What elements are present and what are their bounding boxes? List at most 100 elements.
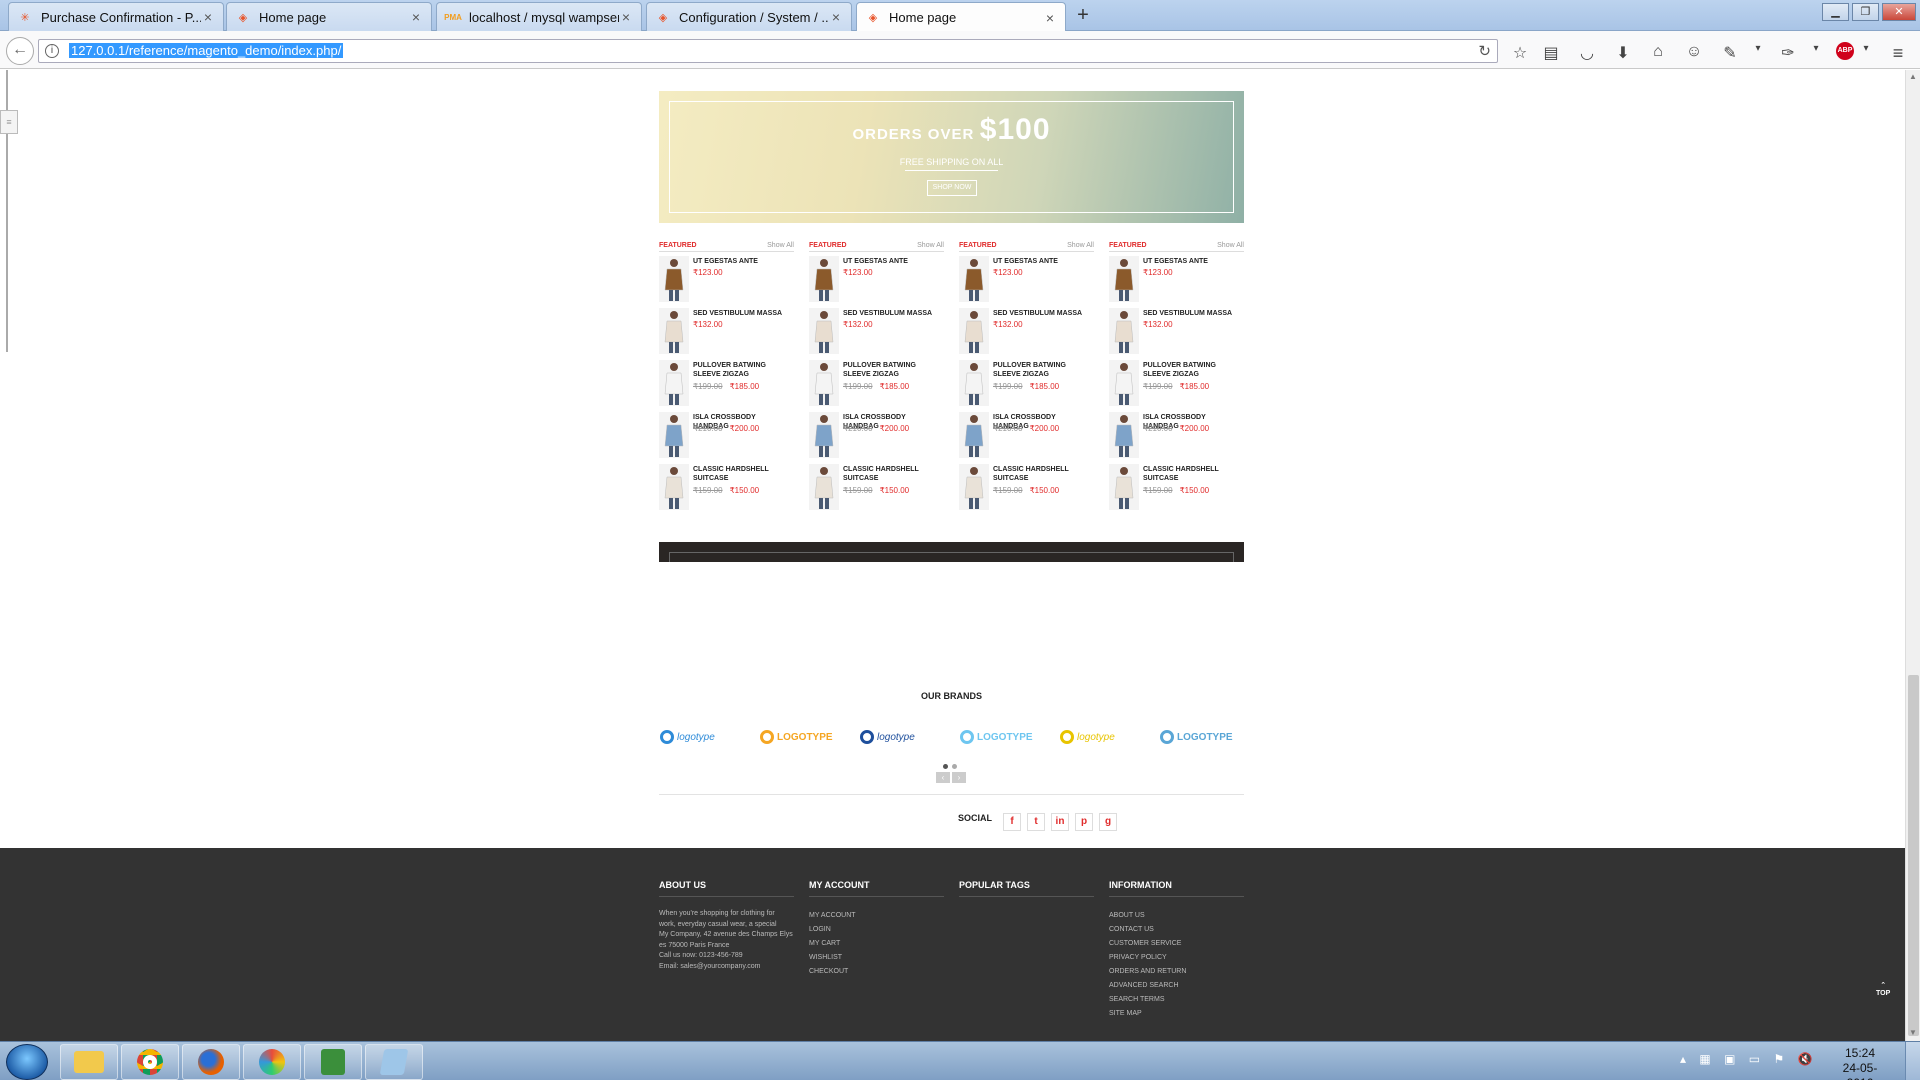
google-plus-icon[interactable]: g bbox=[1099, 813, 1117, 831]
product-name[interactable]: SED VESTIBULUM MASSA bbox=[843, 309, 943, 318]
footer-link[interactable]: WISHLIST bbox=[809, 951, 944, 965]
explorer-icon[interactable] bbox=[60, 1044, 118, 1080]
product-image[interactable] bbox=[959, 256, 989, 302]
show-all-link[interactable]: Show All bbox=[917, 242, 944, 249]
product-item[interactable]: ISLA CROSSBODY HANDBAG ₹210.00 ₹200.00 bbox=[959, 412, 1094, 460]
brand-logo[interactable]: logotype bbox=[660, 728, 740, 746]
reading-list-icon[interactable]: ▤ bbox=[1541, 43, 1561, 63]
product-item[interactable]: UT EGESTAS ANTE ₹123.00 bbox=[959, 256, 1094, 304]
product-item[interactable]: PULLOVER BATWING SLEEVE ZIGZAG ₹199.00 ₹18… bbox=[809, 360, 944, 408]
product-item[interactable]: ISLA CROSSBODY HANDBAG ₹210.00 ₹200.00 bbox=[809, 412, 944, 460]
footer-link[interactable]: LOGIN bbox=[809, 923, 944, 937]
prev-button[interactable]: ‹ bbox=[936, 772, 950, 783]
footer-link[interactable]: CONTACT US bbox=[1109, 923, 1244, 937]
product-image[interactable] bbox=[1109, 412, 1139, 458]
product-item[interactable]: PULLOVER BATWING SLEEVE ZIGZAG ₹199.00 ₹18… bbox=[959, 360, 1094, 408]
promo-banner[interactable]: ORDERS OVER $100 FREE SHIPPING ON ALL SH… bbox=[659, 91, 1244, 223]
product-name[interactable]: CLASSIC HARDSHELL SUITCASE bbox=[993, 465, 1093, 483]
tab-home-page-active[interactable]: ◈ Home page × bbox=[856, 2, 1066, 32]
product-name[interactable]: PULLOVER BATWING SLEEVE ZIGZAG bbox=[1143, 361, 1243, 379]
footer-link[interactable]: CUSTOMER SERVICE bbox=[1109, 937, 1244, 951]
product-name[interactable]: UT EGESTAS ANTE bbox=[843, 257, 943, 266]
tray-expand-icon[interactable]: ▴ bbox=[1680, 1052, 1686, 1066]
footer-link[interactable]: CHECKOUT bbox=[809, 965, 944, 979]
product-image[interactable] bbox=[959, 360, 989, 406]
paint-icon[interactable] bbox=[243, 1044, 301, 1080]
product-item[interactable]: SED VESTIBULUM MASSA ₹132.00 bbox=[659, 308, 794, 356]
volume-muted-icon[interactable]: 🔇 bbox=[1798, 1052, 1813, 1066]
product-item[interactable]: CLASSIC HARDSHELL SUITCASE ₹159.00 ₹150.00 bbox=[1109, 464, 1244, 512]
product-item[interactable]: UT EGESTAS ANTE ₹123.00 bbox=[1109, 256, 1244, 304]
product-image[interactable] bbox=[659, 360, 689, 406]
spreadsheet-icon[interactable] bbox=[304, 1044, 362, 1080]
brand-logo[interactable]: logotype bbox=[860, 728, 940, 746]
show-all-link[interactable]: Show All bbox=[767, 242, 794, 249]
brand-logo[interactable]: LOGOTYPE bbox=[1160, 728, 1240, 746]
flag-icon[interactable]: ⚑ bbox=[1773, 1052, 1784, 1066]
scroll-up-icon[interactable]: ▲ bbox=[1909, 72, 1917, 81]
footer-link[interactable]: ABOUT US bbox=[1109, 909, 1244, 923]
scrollbar-thumb[interactable] bbox=[1908, 675, 1919, 1036]
product-name[interactable]: CLASSIC HARDSHELL SUITCASE bbox=[843, 465, 943, 483]
footer-link[interactable]: SEARCH TERMS bbox=[1109, 993, 1244, 1007]
product-image[interactable] bbox=[659, 308, 689, 354]
network-icon[interactable]: ▦ bbox=[1699, 1052, 1710, 1066]
scrollbar[interactable]: ▲ ▼ bbox=[1905, 70, 1920, 1041]
brand-logo[interactable]: LOGOTYPE bbox=[960, 728, 1040, 746]
scroll-down-icon[interactable]: ▼ bbox=[1909, 1028, 1917, 1037]
footer-link[interactable]: SITE MAP bbox=[1109, 1007, 1244, 1021]
close-icon[interactable]: × bbox=[829, 9, 843, 25]
chat-icon[interactable]: ☺ bbox=[1684, 43, 1704, 61]
product-name[interactable]: PULLOVER BATWING SLEEVE ZIGZAG bbox=[693, 361, 793, 379]
linkedin-icon[interactable]: in bbox=[1051, 813, 1069, 831]
system-tray[interactable]: ▴ ▦ ▣ ▭ ⚑ 🔇 bbox=[1680, 1052, 1813, 1066]
footer-link[interactable]: MY ACCOUNT bbox=[809, 909, 944, 923]
product-item[interactable]: ISLA CROSSBODY HANDBAG ₹210.00 ₹200.00 bbox=[659, 412, 794, 460]
product-image[interactable] bbox=[809, 360, 839, 406]
footer-link[interactable]: PRIVACY POLICY bbox=[1109, 951, 1244, 965]
product-image[interactable] bbox=[1109, 256, 1139, 302]
pinterest-icon[interactable]: p bbox=[1075, 813, 1093, 831]
home-icon[interactable]: ⌂ bbox=[1648, 43, 1668, 61]
tab-phpmyadmin[interactable]: PMA localhost / mysql wampser... × bbox=[436, 2, 642, 31]
product-image[interactable] bbox=[1109, 464, 1139, 510]
product-name[interactable]: SED VESTIBULUM MASSA bbox=[693, 309, 793, 318]
facebook-icon[interactable]: f bbox=[1003, 813, 1021, 831]
product-image[interactable] bbox=[809, 256, 839, 302]
product-image[interactable] bbox=[659, 412, 689, 458]
tab-purchase-confirmation[interactable]: ✳ Purchase Confirmation - P... × bbox=[8, 2, 224, 31]
url-text[interactable]: 127.0.0.1/reference/magento_demo/index.p… bbox=[69, 43, 344, 58]
product-name[interactable]: CLASSIC HARDSHELL SUITCASE bbox=[1143, 465, 1243, 483]
sidebar-toggle[interactable]: ≡ bbox=[0, 110, 18, 134]
brand-logo[interactable]: logotype bbox=[1060, 728, 1140, 746]
show-all-link[interactable]: Show All bbox=[1217, 242, 1244, 249]
close-window-button[interactable]: ✕ bbox=[1882, 3, 1916, 21]
product-item[interactable]: SED VESTIBULUM MASSA ₹132.00 bbox=[1109, 308, 1244, 356]
extension-icon[interactable]: ✎ bbox=[1720, 43, 1740, 63]
product-item[interactable]: CLASSIC HARDSHELL SUITCASE ₹159.00 ₹150.00 bbox=[659, 464, 794, 512]
menu-icon[interactable]: ≡ bbox=[1888, 43, 1908, 64]
product-item[interactable]: ISLA CROSSBODY HANDBAG ₹210.00 ₹200.00 bbox=[1109, 412, 1244, 460]
product-item[interactable]: PULLOVER BATWING SLEEVE ZIGZAG ₹199.00 ₹18… bbox=[1109, 360, 1244, 408]
product-image[interactable] bbox=[959, 412, 989, 458]
clock[interactable]: 15:24 24-05-2016 bbox=[1830, 1046, 1890, 1080]
close-icon[interactable]: × bbox=[619, 9, 633, 25]
back-button[interactable]: ← bbox=[6, 37, 34, 65]
product-name[interactable]: SED VESTIBULUM MASSA bbox=[993, 309, 1093, 318]
show-desktop-button[interactable] bbox=[1905, 1042, 1920, 1080]
product-image[interactable] bbox=[809, 308, 839, 354]
product-item[interactable]: UT EGESTAS ANTE ₹123.00 bbox=[809, 256, 944, 304]
url-bar[interactable]: i 127.0.0.1/reference/magento_demo/index… bbox=[38, 39, 1498, 63]
firefox-icon[interactable] bbox=[182, 1044, 240, 1080]
tab-configuration[interactable]: ◈ Configuration / System / ... × bbox=[646, 2, 852, 31]
close-icon[interactable]: × bbox=[201, 9, 215, 25]
brand-logo[interactable]: LOGOTYPE bbox=[760, 728, 840, 746]
footer-link[interactable]: ORDERS AND RETURN bbox=[1109, 965, 1244, 979]
product-image[interactable] bbox=[959, 308, 989, 354]
chevron-down-icon[interactable]: ▾ bbox=[1748, 43, 1768, 54]
star-icon[interactable]: ☆ bbox=[1510, 43, 1530, 63]
show-all-link[interactable]: Show All bbox=[1067, 242, 1094, 249]
tab-home-page[interactable]: ◈ Home page × bbox=[226, 2, 432, 31]
product-item[interactable]: SED VESTIBULUM MASSA ₹132.00 bbox=[809, 308, 944, 356]
back-to-top-button[interactable]: ⌃ TOP bbox=[1876, 982, 1890, 998]
